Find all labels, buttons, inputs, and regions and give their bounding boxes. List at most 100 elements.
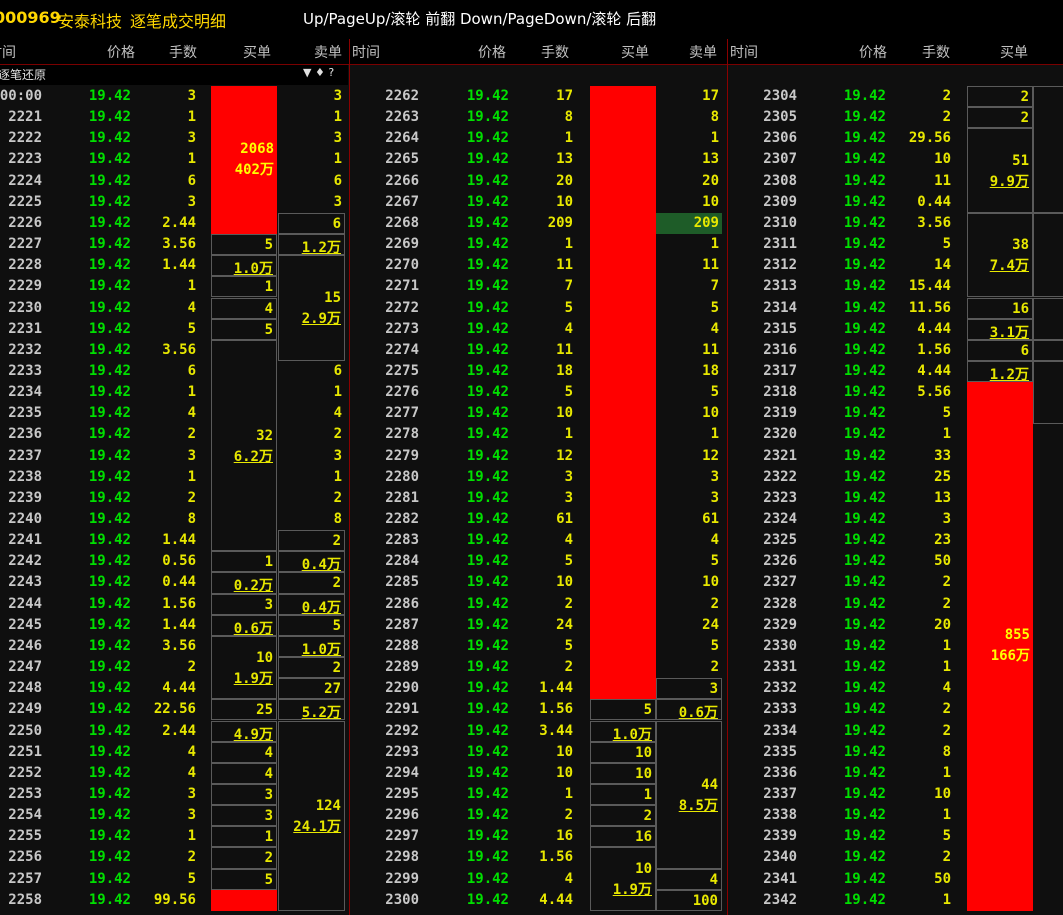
tick-volume: 1.56 xyxy=(917,341,951,358)
buy-order-block[interactable]: 1.2万 xyxy=(967,360,1033,383)
header-time[interactable]: 时间 xyxy=(352,42,380,62)
tick-volume: 15.44 xyxy=(908,278,951,295)
tick-time: 2244 xyxy=(8,595,42,612)
tick-time: 2285 xyxy=(385,574,419,591)
tick-time: 2293 xyxy=(385,743,419,760)
buy-order-block[interactable]: 32 6.2万 xyxy=(211,339,277,552)
buy-order-block[interactable]: 3.1万 xyxy=(967,318,1033,340)
buy-order-block[interactable]: 4 xyxy=(211,741,277,763)
tick-volume: 1 xyxy=(942,659,951,676)
buy-order-block[interactable]: 3 xyxy=(211,805,277,827)
buy-order-block[interactable]: 5 xyxy=(211,318,277,340)
tick-time: 2243 xyxy=(8,574,42,591)
buy-order-block[interactable]: 3 xyxy=(211,783,277,806)
sell-order-block[interactable]: 5 xyxy=(1033,297,1063,340)
tick-time: 2339 xyxy=(763,828,797,845)
tick-time: 2254 xyxy=(8,807,42,824)
order-volume: 10 xyxy=(256,649,273,666)
tick-time: 2240 xyxy=(8,511,42,527)
tick-volume: 8 xyxy=(942,743,951,760)
buy-order-block[interactable]: 1 xyxy=(590,783,656,806)
header-time[interactable]: 时间 xyxy=(0,42,16,62)
buy-order-block[interactable]: 5 xyxy=(211,234,277,256)
tick-volume: 5 xyxy=(564,637,573,654)
header-price[interactable]: 价格 xyxy=(859,42,887,62)
buy-order-block[interactable]: 16 xyxy=(590,826,656,848)
tick-time: 2255 xyxy=(8,828,42,845)
buy-order-block[interactable]: 4 xyxy=(211,762,277,784)
tick-time: 2319 xyxy=(763,405,797,422)
tick-volume: 1 xyxy=(942,637,951,654)
tick-time: 2307 xyxy=(763,151,797,168)
sell-order-block[interactable]: 10 xyxy=(1033,86,1063,213)
buy-order-block[interactable]: 1.0万 xyxy=(211,255,277,277)
buy-order-block[interactable]: 2068 402万 xyxy=(211,86,277,235)
tick-time: 2279 xyxy=(385,447,419,464)
tick-time: 2299 xyxy=(385,870,419,887)
tick-time: 2256 xyxy=(8,849,42,866)
tick-time: 2324 xyxy=(763,511,797,527)
buy-order-block[interactable]: 10 xyxy=(590,741,656,763)
buy-order-block[interactable] xyxy=(590,86,656,700)
buy-order-block[interactable]: 10 xyxy=(590,762,656,784)
buy-order-block[interactable]: 51 9.9万 xyxy=(967,128,1033,213)
tick-volume: 0.44 xyxy=(917,193,951,210)
tick-time: 2237 xyxy=(8,447,42,464)
header-sell[interactable]: 卖单 xyxy=(314,42,342,62)
tick-time: 2305 xyxy=(763,109,797,126)
sell-order-block[interactable]: 1 xyxy=(1033,360,1063,425)
buy-order-block[interactable]: 2 xyxy=(967,86,1033,108)
header-buy[interactable]: 买单 xyxy=(1000,42,1028,62)
tick-time: 2335 xyxy=(763,743,797,760)
buy-order-block[interactable]: 6 xyxy=(967,339,1033,361)
header-price[interactable]: 价格 xyxy=(478,42,506,62)
buy-order-block[interactable]: 16 xyxy=(967,297,1033,319)
tick-volume: 1.44 xyxy=(162,257,196,274)
sell-order-block[interactable]: 0 xyxy=(1033,212,1063,298)
header-volume[interactable]: 手数 xyxy=(922,42,950,62)
buy-order-block[interactable]: 2 xyxy=(590,805,656,827)
buy-order-block[interactable]: 3 xyxy=(211,593,277,615)
header-price[interactable]: 价格 xyxy=(107,42,135,62)
buy-order-block[interactable]: 2 xyxy=(967,107,1033,129)
restore-filter-label[interactable]: 逐笔还原 xyxy=(0,66,46,83)
tick-volume: 17 xyxy=(556,88,573,104)
order-volume: 2 xyxy=(1020,110,1029,127)
buy-order-block[interactable]: 0.6万 xyxy=(211,614,277,636)
buy-order-block[interactable]: 4 xyxy=(211,297,277,319)
header-sell[interactable]: 卖单 xyxy=(689,42,717,62)
header-buy[interactable]: 买单 xyxy=(621,42,649,62)
buy-order-block[interactable]: 855 166万 xyxy=(967,382,1033,911)
tick-time: 2291 xyxy=(385,701,419,718)
tick-volume: 2 xyxy=(187,489,196,506)
buy-order-block[interactable]: 10 1.9万 xyxy=(211,635,277,700)
order-amount: 1.0万 xyxy=(233,261,273,277)
header-volume[interactable]: 手数 xyxy=(541,42,569,62)
buy-order-block[interactable]: 0.2万 xyxy=(211,572,277,594)
buy-order-block[interactable]: 1 xyxy=(211,551,277,573)
sell-order-block[interactable]: 1 xyxy=(1033,339,1063,361)
buy-order-block[interactable]: 1 xyxy=(211,826,277,848)
filter-sort-help-icons[interactable]: ▼ ♦ ? xyxy=(303,66,334,79)
buy-order-block[interactable]: 38 7.4万 xyxy=(967,212,1033,298)
buy-order-block[interactable]: 4.9万 xyxy=(211,720,277,742)
order-volume: 2 xyxy=(264,850,273,867)
tick-time: 2223 xyxy=(8,151,42,168)
header-volume[interactable]: 手数 xyxy=(169,42,197,62)
tick-volume: 4 xyxy=(187,764,196,781)
buy-order-block[interactable]: 1 xyxy=(211,276,277,298)
buy-order-block[interactable]: 5 xyxy=(590,699,656,721)
tick-volume: 4.44 xyxy=(539,891,573,908)
buy-order-block[interactable]: 25 xyxy=(211,699,277,721)
buy-order-block[interactable]: 2 xyxy=(211,847,277,869)
tick-time: 2271 xyxy=(385,278,419,295)
buy-order-block[interactable]: 10 1.9万 xyxy=(590,847,656,911)
buy-order-block[interactable]: 1.0万 xyxy=(590,720,656,742)
tick-volume: 4.44 xyxy=(917,362,951,379)
header-buy[interactable]: 买单 xyxy=(243,42,271,62)
order-amount: 4.9万 xyxy=(233,726,273,742)
buy-order-block[interactable]: 5 xyxy=(211,868,277,890)
tick-volume: 2 xyxy=(187,849,196,866)
buy-order-block[interactable] xyxy=(211,889,277,911)
header-time[interactable]: 时间 xyxy=(730,42,758,62)
